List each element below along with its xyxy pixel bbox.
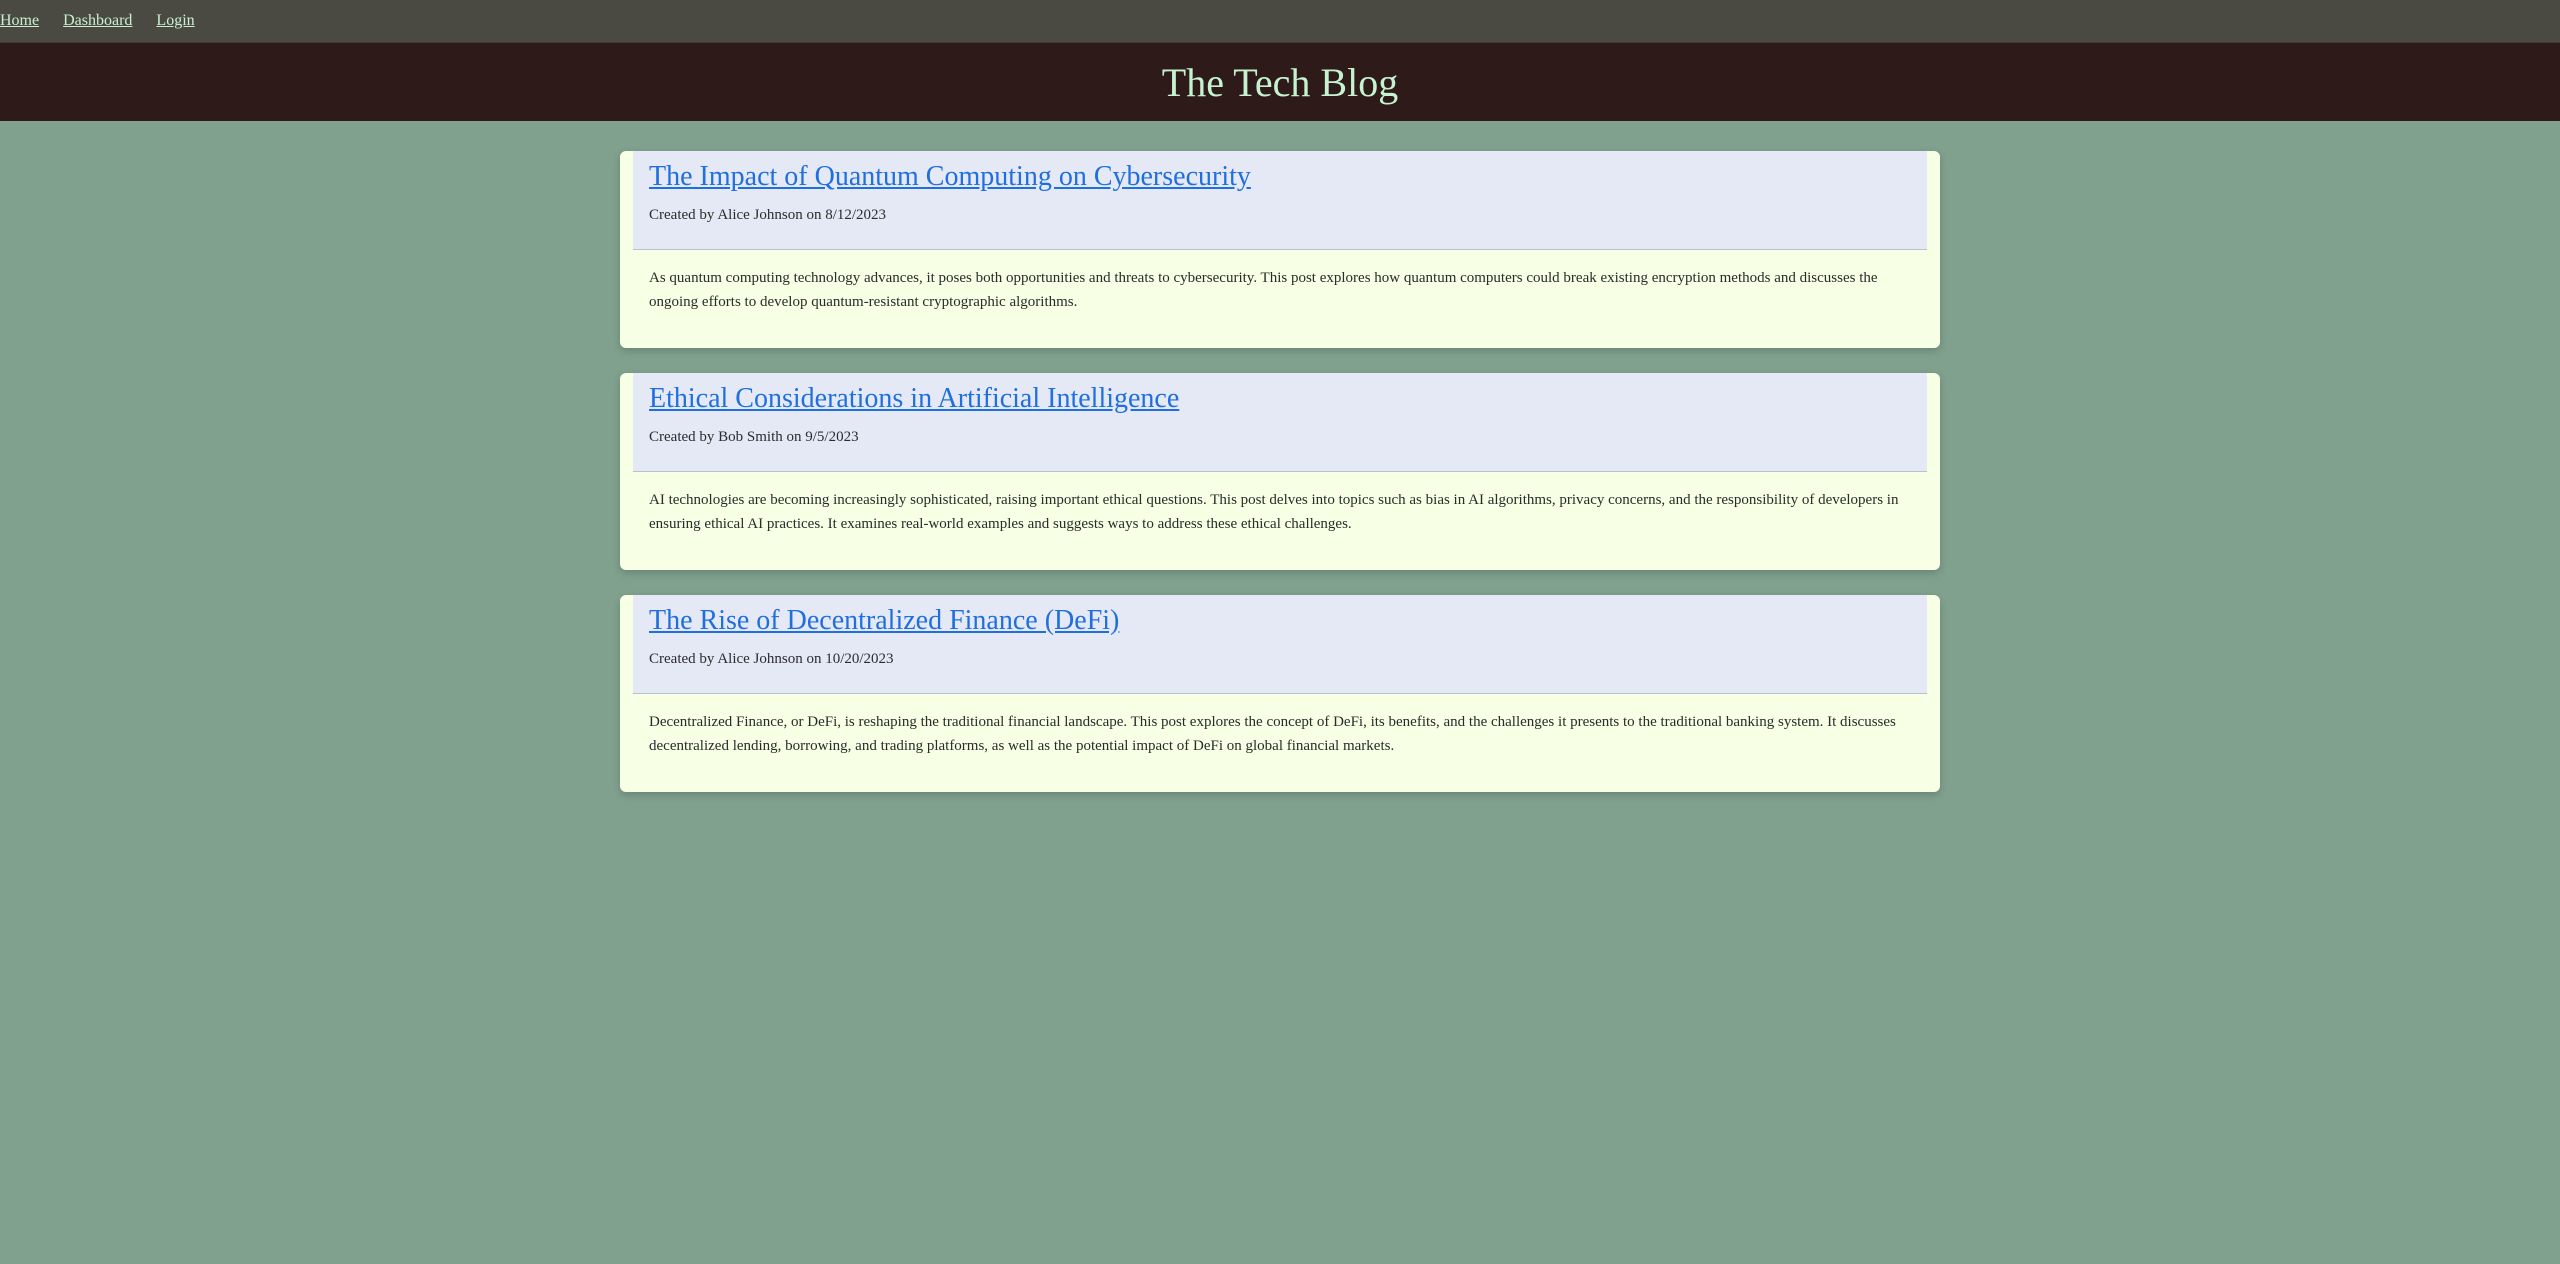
post-list: The Impact of Quantum Computing on Cyber… <box>620 151 1940 792</box>
post-header: The Impact of Quantum Computing on Cyber… <box>633 151 1927 250</box>
post-card: The Impact of Quantum Computing on Cyber… <box>620 151 1940 348</box>
post-card: Ethical Considerations in Artificial Int… <box>620 373 1940 570</box>
post-header: The Rise of Decentralized Finance (DeFi)… <box>633 595 1927 694</box>
post-header: Ethical Considerations in Artificial Int… <box>633 373 1927 472</box>
nav-link-login[interactable]: Login <box>156 12 194 30</box>
post-title-link[interactable]: The Impact of Quantum Computing on Cyber… <box>649 161 1911 193</box>
post-body: AI technologies are becoming increasingl… <box>649 492 1899 532</box>
nav-link-dashboard[interactable]: Dashboard <box>63 12 132 30</box>
post-title-link[interactable]: The Rise of Decentralized Finance (DeFi) <box>649 605 1911 637</box>
post-card: The Rise of Decentralized Finance (DeFi)… <box>620 595 1940 792</box>
site-header: The Tech Blog <box>0 43 2560 121</box>
post-body: As quantum computing technology advances… <box>649 270 1878 310</box>
post-meta: Created by Bob Smith on 9/5/2023 <box>649 429 859 445</box>
post-body: Decentralized Finance, or DeFi, is resha… <box>649 714 1896 754</box>
nav-link-home[interactable]: Home <box>0 12 39 30</box>
post-meta: Created by Alice Johnson on 8/12/2023 <box>649 207 887 223</box>
site-title: The Tech Blog <box>1161 59 1399 105</box>
top-nav: Home Dashboard Login <box>0 0 2560 43</box>
post-title-link[interactable]: Ethical Considerations in Artificial Int… <box>649 383 1911 415</box>
post-meta: Created by Alice Johnson on 10/20/2023 <box>649 651 894 667</box>
